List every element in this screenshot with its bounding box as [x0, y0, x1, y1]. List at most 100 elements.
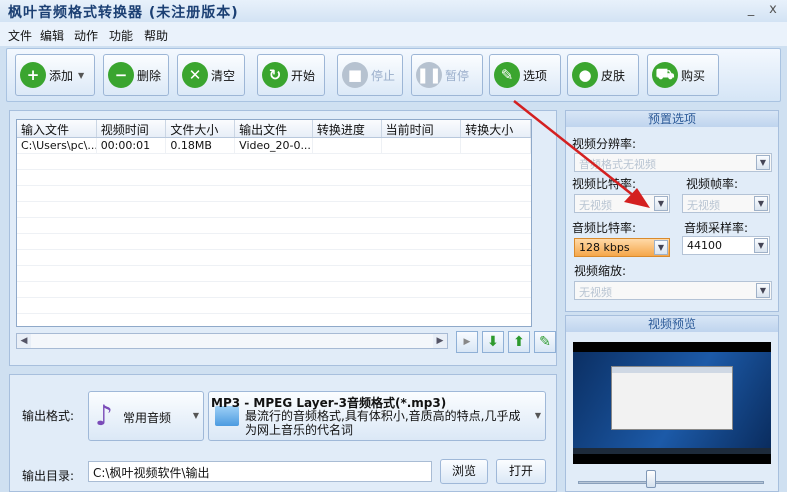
table-row [17, 170, 531, 186]
video-bitrate-label: 视频比特率: [572, 177, 637, 191]
scroll-right-icon[interactable]: ▶ [433, 334, 447, 348]
edit-button[interactable]: ✎ [534, 331, 556, 353]
preview-slider-thumb[interactable] [646, 470, 656, 488]
chevron-down-icon: ▼ [654, 240, 668, 255]
table-row [17, 266, 531, 282]
video-bitrate-select[interactable]: 无视频 ▼ [574, 194, 670, 213]
menu-edit[interactable]: 编辑 [40, 27, 64, 44]
menu-function[interactable]: 功能 [109, 27, 133, 44]
open-button[interactable]: 打开 [496, 459, 546, 484]
table-row [17, 298, 531, 314]
cart-icon: ⛟ [652, 62, 678, 88]
col-progress[interactable]: 转换进度 [313, 120, 382, 137]
music-note-icon: ♪ [95, 399, 113, 432]
start-button[interactable]: ↻ 开始 [257, 54, 325, 96]
table-row[interactable]: C:\Users\pc\... 00:00:01 0.18MB Video_20… [17, 138, 531, 154]
stop-button[interactable]: ■ 停止 [337, 54, 403, 96]
stop-icon: ■ [342, 62, 368, 88]
col-converted-size[interactable]: 转换大小 [461, 120, 531, 137]
cell-input-file: C:\Users\pc\... [17, 138, 97, 153]
audio-samplerate-select[interactable]: 44100 ▼ [682, 236, 770, 255]
scroll-right-button[interactable]: ▶ [456, 331, 478, 353]
apple-icon: ● [572, 62, 598, 88]
col-input-file[interactable]: 输入文件 [17, 120, 97, 137]
horizontal-scrollbar[interactable]: ◀ ▶ [16, 333, 448, 349]
preset-options-title: 预置选项 [566, 111, 778, 127]
table-header: 输入文件 视频时间 文件大小 输出文件 转换进度 当前时间 转换大小 [17, 120, 531, 138]
file-table[interactable]: 输入文件 视频时间 文件大小 输出文件 转换进度 当前时间 转换大小 C:\Us… [16, 119, 532, 327]
scroll-left-icon[interactable]: ◀ [17, 334, 31, 348]
minus-icon: − [108, 62, 134, 88]
format-description: 最流行的音频格式,具有体积小,音质高的特点,几乎成为网上音乐的代名词 [245, 409, 521, 437]
chevron-down-icon: ▼ [654, 196, 668, 211]
video-resolution-label: 视频分辨率: [572, 137, 637, 151]
col-current-time[interactable]: 当前时间 [382, 120, 462, 137]
col-video-time[interactable]: 视频时间 [97, 120, 167, 137]
col-file-size[interactable]: 文件大小 [166, 120, 236, 137]
table-row [17, 282, 531, 298]
start-label: 开始 [291, 68, 316, 83]
plus-icon: + [20, 62, 46, 88]
audio-samplerate-value: 44100 [687, 239, 722, 252]
audio-bitrate-label: 音频比特率: [572, 221, 637, 235]
output-dir-input[interactable]: C:\枫叶视频软件\输出 [88, 461, 432, 482]
menu-help[interactable]: 帮助 [144, 27, 168, 44]
chevron-down-icon: ▼ [754, 196, 768, 211]
clear-button[interactable]: ✕ 清空 [177, 54, 245, 96]
audio-bitrate-select[interactable]: 128 kbps ▼ [574, 238, 670, 257]
cell-progress [313, 138, 382, 153]
arrow-down-icon: ⬇ [487, 334, 499, 350]
audio-samplerate-label: 音频采样率: [684, 221, 749, 235]
add-label: 添加 [49, 68, 74, 83]
pause-button[interactable]: ❚❚ 暂停 [411, 54, 483, 96]
browse-button[interactable]: 浏览 [440, 459, 488, 484]
options-button[interactable]: ✎ 选项 [489, 54, 561, 96]
close-button[interactable]: x [765, 2, 781, 17]
table-row [17, 250, 531, 266]
clear-label: 清空 [211, 68, 236, 83]
format-category-button[interactable]: ♪ 常用音频 ▼ [88, 391, 204, 441]
add-button[interactable]: + 添加 ▼ [15, 54, 95, 96]
move-up-button[interactable]: ⬆ [508, 331, 530, 353]
table-row [17, 154, 531, 170]
cell-file-size: 0.18MB [166, 138, 236, 153]
pause-label: 暂停 [445, 68, 470, 83]
video-preview-title: 视频预览 [566, 316, 778, 332]
clear-icon: ✕ [182, 62, 208, 88]
skin-button[interactable]: ● 皮肤 [567, 54, 639, 96]
output-dir-label: 输出目录: [22, 469, 75, 483]
menu-action[interactable]: 动作 [74, 27, 98, 44]
video-fps-label: 视频帧率: [686, 177, 739, 191]
title-bar: 枫叶音频格式转换器 (未注册版本) _ x [0, 0, 787, 22]
format-category-label: 常用音频 [123, 411, 172, 425]
cell-output-file: Video_20-0... [235, 138, 313, 153]
tools-icon: ✎ [494, 62, 520, 88]
cell-current-time [382, 138, 462, 153]
buy-button[interactable]: ⛟ 购买 [647, 54, 719, 96]
menu-file[interactable]: 文件 [8, 27, 32, 44]
format-select[interactable]: MP3 - MPEG Layer-3音频格式(*.mp3) 最流行的音频格式,具… [208, 391, 546, 441]
preview-taskbar [573, 448, 771, 454]
audio-bitrate-value: 128 kbps [579, 241, 630, 254]
buy-label: 购买 [681, 68, 706, 83]
video-resolution-select[interactable]: 音频格式无视频 ▼ [574, 153, 772, 172]
arrow-up-icon: ⬆ [513, 334, 525, 350]
pause-icon: ❚❚ [416, 62, 442, 88]
refresh-icon: ↻ [262, 62, 288, 88]
preview-slider-track[interactable] [578, 481, 764, 484]
pen-icon: ✎ [539, 334, 551, 350]
cell-video-time: 00:00:01 [97, 138, 167, 153]
toolbar: + 添加 ▼ − 删除 ✕ 清空 ↻ 开始 ■ 停止 ❚❚ 暂停 ✎ 选项 ● … [6, 48, 781, 102]
move-down-button[interactable]: ⬇ [482, 331, 504, 353]
video-preview-panel: 视频预览 [565, 315, 779, 492]
chevron-down-icon: ▼ [534, 411, 541, 420]
col-output-file[interactable]: 输出文件 [235, 120, 313, 137]
minimize-button[interactable]: _ [743, 2, 759, 17]
video-fps-value: 无视频 [687, 199, 720, 212]
video-scale-select[interactable]: 无视频 ▼ [574, 281, 772, 300]
options-label: 选项 [523, 68, 548, 83]
table-row [17, 218, 531, 234]
file-list-panel: 输入文件 视频时间 文件大小 输出文件 转换进度 当前时间 转换大小 C:\Us… [9, 110, 557, 366]
video-fps-select[interactable]: 无视频 ▼ [682, 194, 770, 213]
delete-button[interactable]: − 删除 [103, 54, 169, 96]
